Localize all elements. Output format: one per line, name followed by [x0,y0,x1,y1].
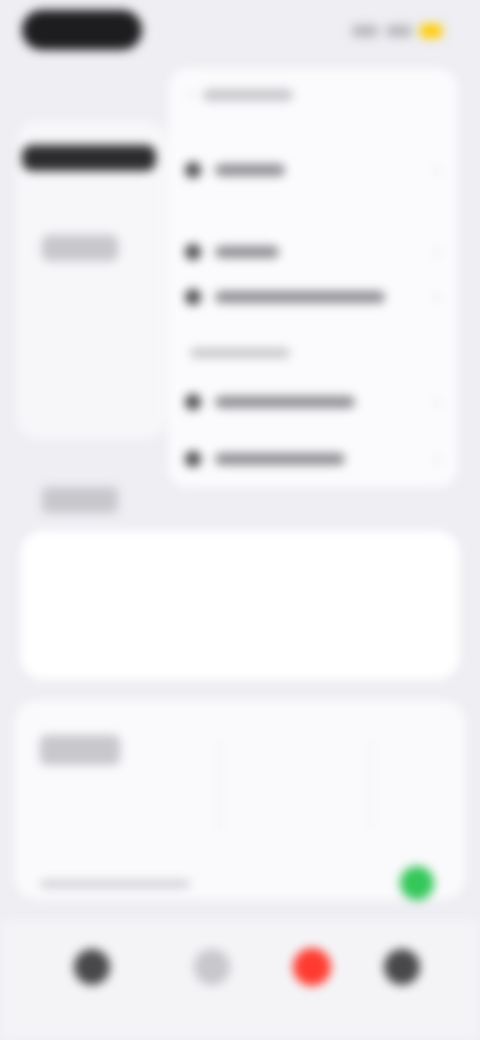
menu-section-item[interactable]: › [185,390,440,414]
menu-section-item-label [215,396,355,408]
content-card [20,530,460,680]
left-panel-title [22,145,156,171]
menu-item[interactable]: › [185,285,440,309]
left-panel-second-title [42,487,118,513]
stats-card-title [40,735,120,765]
battery-icon [420,24,442,38]
circle-icon [185,289,201,305]
tab-record[interactable] [290,945,334,989]
home-icon [74,949,110,985]
settings-icon [384,949,420,985]
menu-item[interactable]: › [185,240,440,264]
menu-header-label [203,89,294,101]
circle-icon [185,451,201,467]
tab-settings[interactable] [380,945,424,989]
stats-footer-note [40,880,190,888]
dropdown-menu [168,68,458,488]
chevron-right-icon: › [434,391,440,412]
stats-column [220,740,281,830]
tab-profile[interactable] [190,945,234,989]
status-indicators [352,22,444,40]
tab-home[interactable] [70,945,114,989]
chevron-right-icon: › [434,448,440,469]
record-icon [293,948,331,986]
chevron-right-icon: › [434,241,440,262]
menu-section-item[interactable]: › [185,447,440,471]
circle-icon [185,394,201,410]
menu-item[interactable]: › [185,158,440,182]
chevron-right-icon: › [434,159,440,180]
circle-icon [185,244,201,260]
stats-column [370,740,431,830]
wifi-icon [386,25,412,37]
circle-icon [185,162,201,178]
menu-item-label [215,246,279,258]
back-chevron-icon: ‹ [188,86,194,103]
menu-section-item-label [215,453,345,465]
menu-header[interactable]: ‹ [188,86,318,104]
menu-section-label [190,348,290,358]
menu-item-label [215,291,385,303]
left-panel-subtitle [42,235,118,261]
profile-icon [194,949,230,985]
status-dot-icon [400,866,434,900]
time-pill [22,10,142,50]
menu-item-label [215,164,285,176]
signal-icon [352,25,378,37]
chevron-right-icon: › [434,286,440,307]
